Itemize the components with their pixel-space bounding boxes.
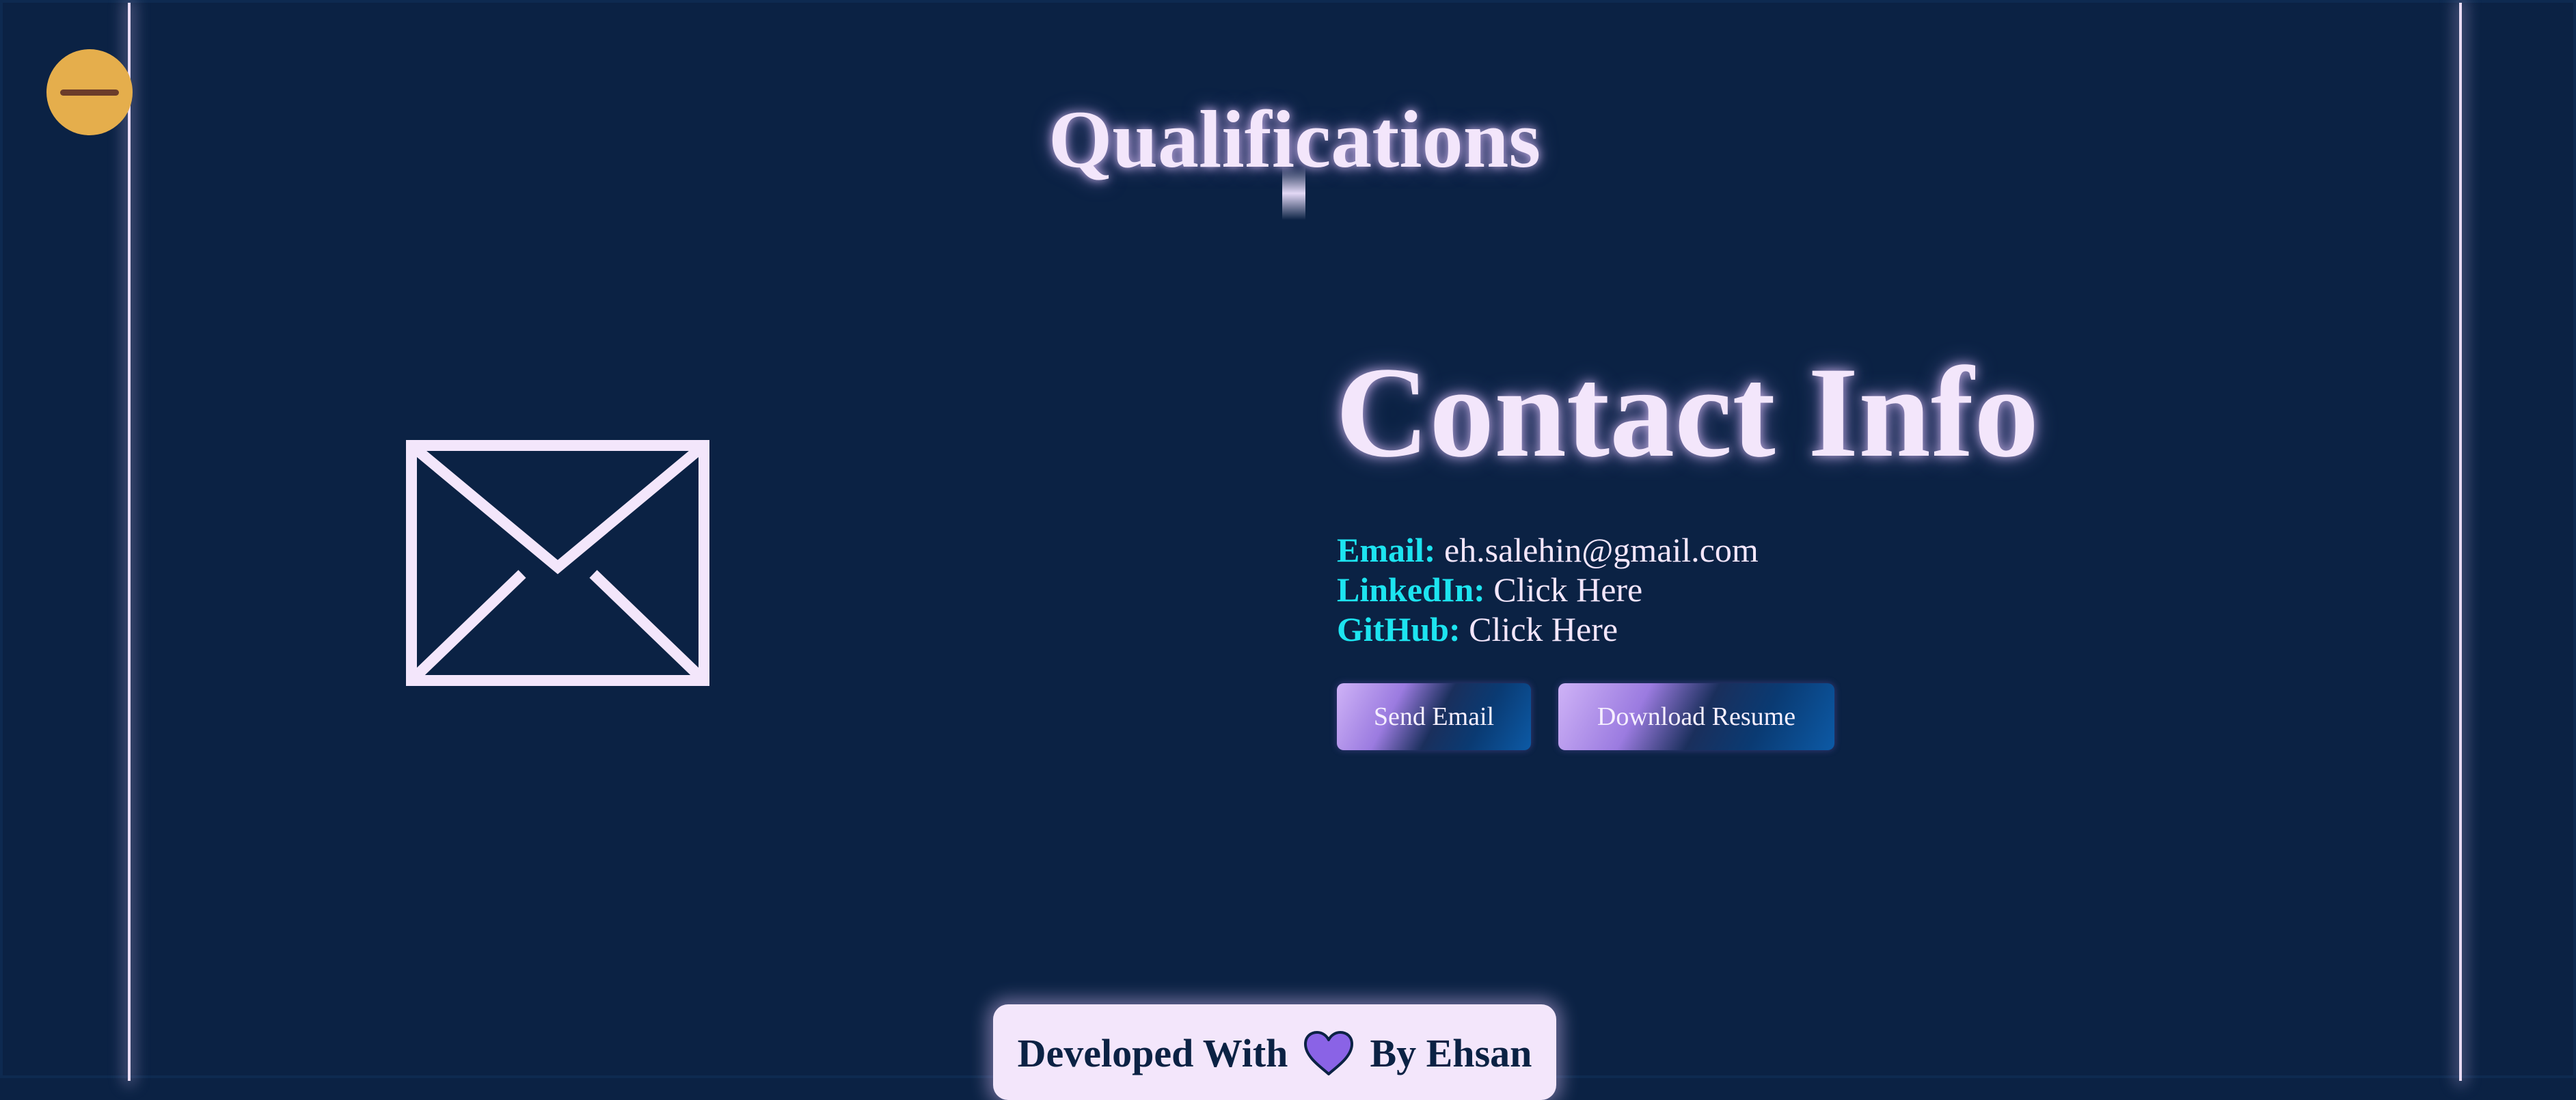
linkedin-row: LinkedIn: Click Here	[1337, 570, 1759, 609]
contact-details: Email: eh.salehin@gmail.com LinkedIn: Cl…	[1337, 530, 1759, 649]
left-vertical-rule	[128, 3, 131, 1081]
email-label: Email:	[1337, 531, 1436, 569]
footer-suffix: By Ehsan	[1370, 1031, 1532, 1075]
page-frame: Qualifications Contact Info Email: eh.sa…	[0, 0, 2576, 1100]
footer-credit: Developed With By Ehsan	[993, 1004, 1556, 1100]
email-value: eh.salehin@gmail.com	[1443, 531, 1759, 569]
email-row: Email: eh.salehin@gmail.com	[1337, 530, 1759, 570]
contact-info-heading: Contact Info	[1336, 341, 2039, 484]
github-label: GitHub:	[1337, 610, 1461, 648]
title-underline-decoration	[1282, 167, 1305, 220]
linkedin-label: LinkedIn:	[1337, 570, 1485, 609]
send-email-button[interactable]: Send Email	[1337, 683, 1531, 750]
right-vertical-rule	[2459, 3, 2462, 1081]
github-row: GitHub: Click Here	[1337, 609, 1759, 649]
linkedin-link[interactable]: Click Here	[1493, 570, 1642, 609]
download-resume-button[interactable]: Download Resume	[1558, 683, 1834, 750]
heart-icon	[1304, 1031, 1354, 1075]
mail-envelope-icon	[406, 440, 709, 686]
minus-icon	[60, 89, 119, 96]
github-link[interactable]: Click Here	[1469, 610, 1618, 648]
footer-prefix: Developed With	[1017, 1031, 1288, 1075]
menu-toggle-button[interactable]	[46, 49, 133, 135]
